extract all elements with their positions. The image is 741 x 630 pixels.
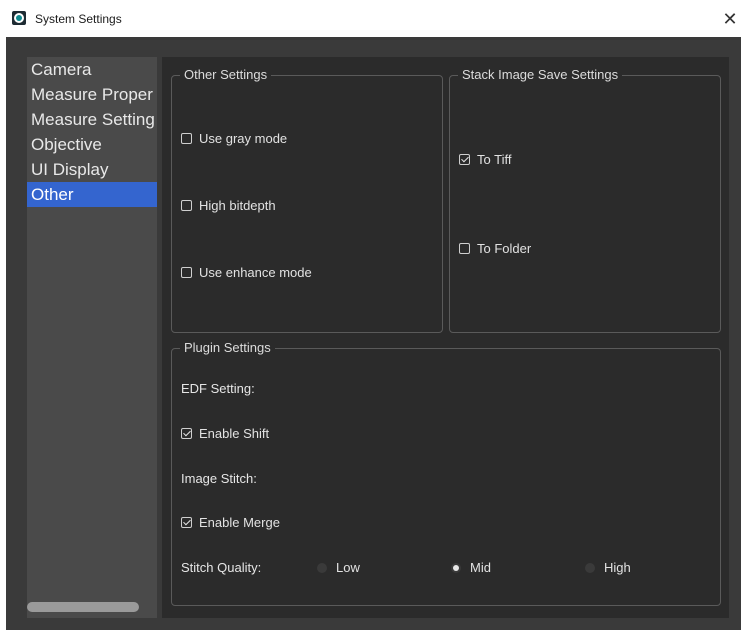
- quality-low-radio[interactable]: [317, 562, 327, 573]
- high-bitdepth-checkbox[interactable]: [181, 200, 192, 211]
- settings-panel: Other Settings Use gray mode High bitdep…: [162, 57, 729, 618]
- nav-item-ui-display[interactable]: UI Display: [27, 157, 157, 182]
- to-folder-option[interactable]: To Folder: [459, 241, 531, 256]
- stitch-quality-label: Stitch Quality:: [181, 560, 262, 575]
- settings-nav: Camera Measure Proper Measure Setting Ob…: [27, 57, 157, 618]
- stack-image-save-group: Stack Image Save Settings To Tiff To Fol…: [449, 67, 721, 333]
- high-bitdepth-label: High bitdepth: [199, 198, 276, 213]
- enable-shift-label: Enable Shift: [199, 426, 270, 441]
- quality-high-option[interactable]: High: [585, 560, 631, 575]
- quality-high-radio[interactable]: [585, 562, 595, 573]
- quality-low-option[interactable]: Low: [317, 560, 360, 575]
- enable-merge-label: Enable Merge: [199, 515, 280, 530]
- horizontal-scrollbar[interactable]: [27, 602, 139, 612]
- to-tiff-checkbox[interactable]: [459, 154, 470, 165]
- use-gray-mode-option[interactable]: Use gray mode: [181, 131, 287, 146]
- use-enhance-mode-option[interactable]: Use enhance mode: [181, 265, 312, 280]
- close-button[interactable]: ✕: [719, 6, 741, 32]
- title-bar: System Settings ✕: [0, 0, 741, 37]
- nav-item-camera[interactable]: Camera: [27, 57, 157, 82]
- window-title: System Settings: [35, 12, 122, 26]
- app-icon: [12, 11, 26, 25]
- to-tiff-label: To Tiff: [477, 152, 512, 167]
- quality-mid-radio[interactable]: [451, 562, 461, 573]
- plugin-settings-group: Plugin Settings EDF Setting: Enable Shif…: [171, 340, 721, 606]
- use-enhance-mode-checkbox[interactable]: [181, 267, 192, 278]
- high-bitdepth-option[interactable]: High bitdepth: [181, 198, 276, 213]
- stack-image-save-title: Stack Image Save Settings: [458, 67, 623, 83]
- to-folder-label: To Folder: [477, 241, 532, 256]
- enable-merge-option[interactable]: Enable Merge: [181, 515, 280, 530]
- edf-setting-label: EDF Setting:: [181, 381, 255, 396]
- other-settings-group: Other Settings Use gray mode High bitdep…: [171, 67, 443, 333]
- quality-low-label: Low: [336, 560, 360, 575]
- other-settings-title: Other Settings: [180, 67, 272, 83]
- nav-item-objective[interactable]: Objective: [27, 132, 157, 157]
- quality-high-label: High: [604, 560, 631, 575]
- quality-mid-label: Mid: [470, 560, 491, 575]
- to-tiff-option[interactable]: To Tiff: [459, 152, 511, 167]
- nav-item-other[interactable]: Other: [27, 182, 157, 207]
- settings-window: Camera Measure Proper Measure Setting Ob…: [6, 37, 741, 630]
- quality-mid-option[interactable]: Mid: [451, 560, 491, 575]
- use-gray-mode-label: Use gray mode: [199, 131, 288, 146]
- nav-item-measure-properties[interactable]: Measure Proper: [27, 82, 157, 107]
- use-gray-mode-checkbox[interactable]: [181, 133, 192, 144]
- nav-item-measure-settings[interactable]: Measure Setting: [27, 107, 157, 132]
- enable-merge-checkbox[interactable]: [181, 517, 192, 528]
- use-enhance-mode-label: Use enhance mode: [199, 265, 312, 280]
- to-folder-checkbox[interactable]: [459, 243, 470, 254]
- plugin-settings-title: Plugin Settings: [180, 340, 275, 356]
- enable-shift-option[interactable]: Enable Shift: [181, 426, 269, 441]
- enable-shift-checkbox[interactable]: [181, 428, 192, 439]
- image-stitch-label: Image Stitch:: [181, 471, 257, 486]
